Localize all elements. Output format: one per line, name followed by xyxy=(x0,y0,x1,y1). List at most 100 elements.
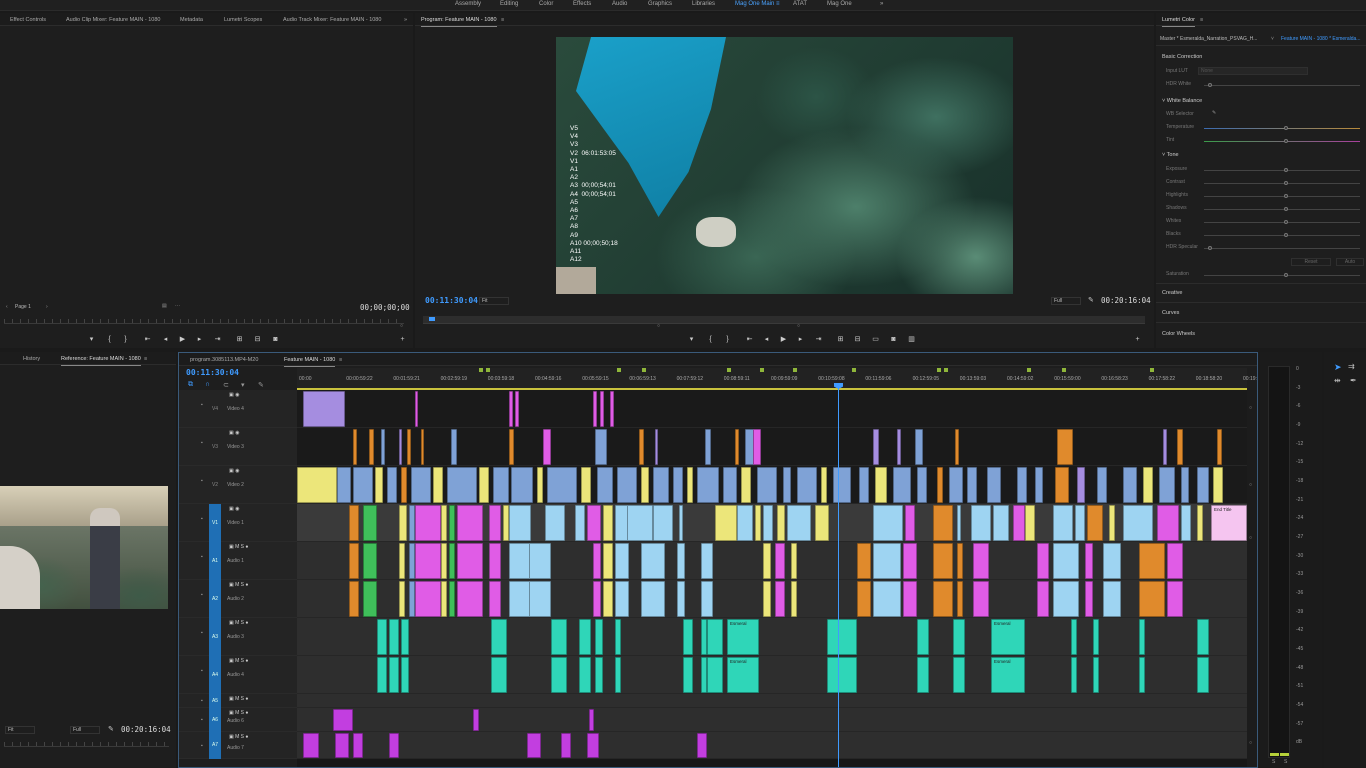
timeline-clip[interactable] xyxy=(593,581,601,617)
program-ruler[interactable] xyxy=(423,316,1145,324)
track-target-v2[interactable]: V2 xyxy=(209,466,221,504)
timeline-clip[interactable] xyxy=(677,543,685,579)
timeline-clip[interactable] xyxy=(349,581,359,617)
timeline-clip[interactable] xyxy=(1197,505,1203,541)
timeline-clip[interactable] xyxy=(933,505,953,541)
contrast-slider[interactable] xyxy=(1284,181,1288,185)
timeline-clip[interactable] xyxy=(589,709,594,731)
page-next-icon[interactable]: › xyxy=(46,304,48,310)
timeline-clip[interactable] xyxy=(587,505,601,541)
timeline-clip[interactable] xyxy=(579,619,591,655)
track-header-a5[interactable]: ▪ A5 ▣ M S ● xyxy=(179,694,297,708)
timeline-clip[interactable] xyxy=(937,467,943,503)
source-export-frame-icon[interactable]: ◙ xyxy=(271,336,280,344)
timeline-settings-icon[interactable]: ✎ xyxy=(258,381,264,389)
timeline-clip[interactable] xyxy=(449,581,455,617)
workspace-mag-one-main[interactable]: Mag One Main xyxy=(735,1,774,7)
timeline-clip[interactable] xyxy=(489,505,501,541)
timeline-clip[interactable] xyxy=(735,429,739,465)
nest-toggle-icon[interactable]: ⧉ xyxy=(188,381,193,389)
timeline-clip[interactable] xyxy=(493,467,509,503)
timeline-clip[interactable] xyxy=(441,543,447,579)
program-export-frame-icon[interactable]: ◙ xyxy=(889,336,898,344)
program-safe-margins-icon[interactable]: ▭ xyxy=(871,336,880,344)
timeline-clip[interactable] xyxy=(389,733,399,758)
track-target-v3[interactable]: V3 xyxy=(209,428,221,466)
track-lock-icon[interactable]: ▪ xyxy=(201,478,203,484)
sequence-marker-icon[interactable] xyxy=(852,368,856,372)
timeline-clip[interactable] xyxy=(491,619,507,655)
hdr-white-slider[interactable] xyxy=(1208,83,1212,87)
timeline-clip[interactable] xyxy=(775,581,785,617)
timeline-clip[interactable] xyxy=(1071,657,1077,693)
timeline-clip[interactable] xyxy=(933,581,953,617)
input-lut-select[interactable]: None xyxy=(1198,67,1308,75)
track-visibility-icon[interactable]: ▣ ◉ xyxy=(229,468,239,474)
pen-tool-icon[interactable]: ✒ xyxy=(1350,376,1357,385)
timeline-clip[interactable] xyxy=(593,543,601,579)
hdr-specular-slider[interactable] xyxy=(1208,246,1212,250)
timeline-clip[interactable] xyxy=(399,429,402,465)
timeline-clip[interactable] xyxy=(763,581,771,617)
program-lift-button[interactable]: ⊞ xyxy=(836,336,845,344)
timeline-clip[interactable] xyxy=(953,619,965,655)
timeline-clip[interactable] xyxy=(753,429,761,465)
reference-video-frame[interactable] xyxy=(0,486,168,609)
track-mute-solo-icons[interactable]: ▣ M S ● xyxy=(229,620,248,626)
sequence-marker-icon[interactable] xyxy=(486,368,490,372)
track-lock-icon[interactable]: ▪ xyxy=(201,743,203,749)
timeline-clip[interactable] xyxy=(641,543,665,579)
timeline-clip[interactable] xyxy=(715,505,737,541)
timeline-clip[interactable] xyxy=(683,619,693,655)
track-target-v1[interactable]: V1 xyxy=(209,504,221,542)
page-prev-icon[interactable]: ‹ xyxy=(6,304,8,310)
timeline-clip[interactable] xyxy=(537,467,543,503)
white-balance-header[interactable]: ˅ White Balance xyxy=(1162,98,1202,104)
timeline-clip[interactable] xyxy=(1167,581,1183,617)
timeline-clip[interactable] xyxy=(447,467,477,503)
timeline-clip[interactable] xyxy=(903,543,917,579)
workspace-color[interactable]: Color xyxy=(539,1,553,7)
timeline-clip[interactable] xyxy=(1139,619,1145,655)
eyedropper-icon[interactable]: ✎ xyxy=(1212,110,1216,116)
timeline-clip[interactable] xyxy=(415,543,441,579)
timeline-clip[interactable] xyxy=(857,543,871,579)
timeline-clip[interactable] xyxy=(1087,505,1103,541)
timeline-clip[interactable] xyxy=(1075,505,1085,541)
timeline-clip[interactable] xyxy=(597,467,613,503)
program-add-button[interactable]: + xyxy=(1133,336,1142,344)
tab-lumetri-scopes[interactable]: Lumetri Scopes xyxy=(224,17,262,23)
timeline-clip[interactable] xyxy=(603,543,613,579)
linked-selection-icon[interactable]: ⊂ xyxy=(223,381,229,389)
timeline-clip[interactable] xyxy=(1053,581,1079,617)
timeline-clip[interactable] xyxy=(353,733,363,758)
timeline-clip[interactable] xyxy=(1013,505,1025,541)
timeline-clip[interactable] xyxy=(641,581,665,617)
timeline-clip[interactable] xyxy=(763,505,773,541)
timeline-clip[interactable] xyxy=(707,657,723,693)
more-icon[interactable]: ··· xyxy=(175,303,180,309)
timeline-clip[interactable] xyxy=(399,581,405,617)
tab-lumetri-color[interactable]: Lumetri Color xyxy=(1162,17,1196,27)
timeline-clip[interactable] xyxy=(1159,467,1175,503)
timeline-clip[interactable] xyxy=(1077,467,1085,503)
timeline-clip[interactable] xyxy=(1017,467,1027,503)
track-target-a1[interactable]: A1 xyxy=(209,542,221,580)
reference-settings-icon[interactable]: ✎ xyxy=(108,725,114,733)
track-mute-solo-icons[interactable]: ▣ M S ● xyxy=(229,544,248,550)
timeline-clip[interactable] xyxy=(1053,543,1079,579)
timeline-clip[interactable]: End Title xyxy=(1211,505,1247,541)
timeline-clip[interactable] xyxy=(333,709,353,731)
tab-feature-main[interactable]: Feature MAIN - 1080 xyxy=(284,357,336,367)
sequence-marker-icon[interactable] xyxy=(727,368,731,372)
timeline-clip[interactable] xyxy=(873,505,903,541)
track-lock-icon[interactable]: ▪ xyxy=(201,516,203,522)
timeline-clip[interactable] xyxy=(875,467,887,503)
timeline-clip[interactable] xyxy=(457,543,483,579)
timeline-clip[interactable] xyxy=(1177,429,1183,465)
timeline-clip[interactable] xyxy=(775,543,785,579)
timeline-clip[interactable] xyxy=(783,467,791,503)
timeline-clip[interactable]: Esmeral xyxy=(727,619,759,655)
timeline-clip[interactable] xyxy=(399,543,405,579)
timeline-clip[interactable] xyxy=(509,391,513,427)
